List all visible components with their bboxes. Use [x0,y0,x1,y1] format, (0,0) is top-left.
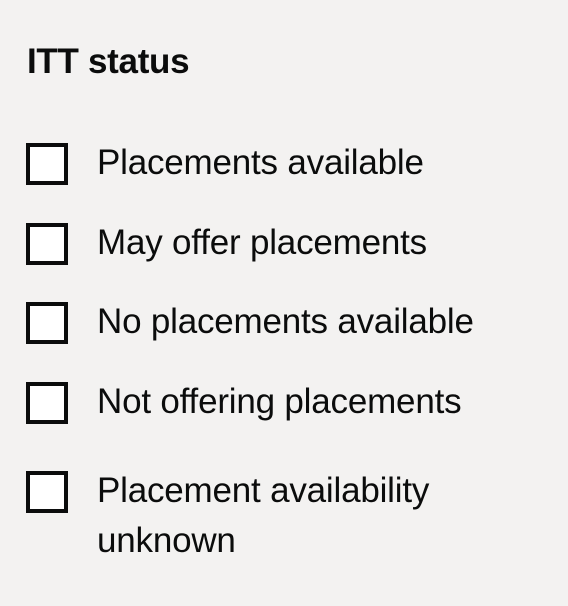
itt-status-filter-panel: ITT status Placements available May offe… [0,0,568,606]
checkbox-label: Not offering placements [97,382,462,421]
checkbox-no-placements-available[interactable]: No placements available [26,302,546,347]
checkbox-input[interactable] [26,471,68,513]
checkbox-label: Placement availability unknown [97,471,430,560]
checkbox-input[interactable] [26,382,68,424]
checkbox-label: No placements available [97,302,474,341]
checkbox-input[interactable] [26,143,68,185]
checkbox-may-offer-placements[interactable]: May offer placements [26,223,546,268]
checkbox-label: May offer placements [97,223,427,262]
checkbox-input[interactable] [26,223,68,265]
checkbox-placement-availability-unknown[interactable]: Placement availability unknown [26,471,546,566]
checkbox-list: Placements available May offer placement… [0,0,568,606]
checkbox-input[interactable] [26,302,68,344]
checkbox-label: Placements available [97,143,424,182]
checkbox-not-offering-placements[interactable]: Not offering placements [26,382,546,427]
checkbox-placements-available[interactable]: Placements available [26,143,546,188]
